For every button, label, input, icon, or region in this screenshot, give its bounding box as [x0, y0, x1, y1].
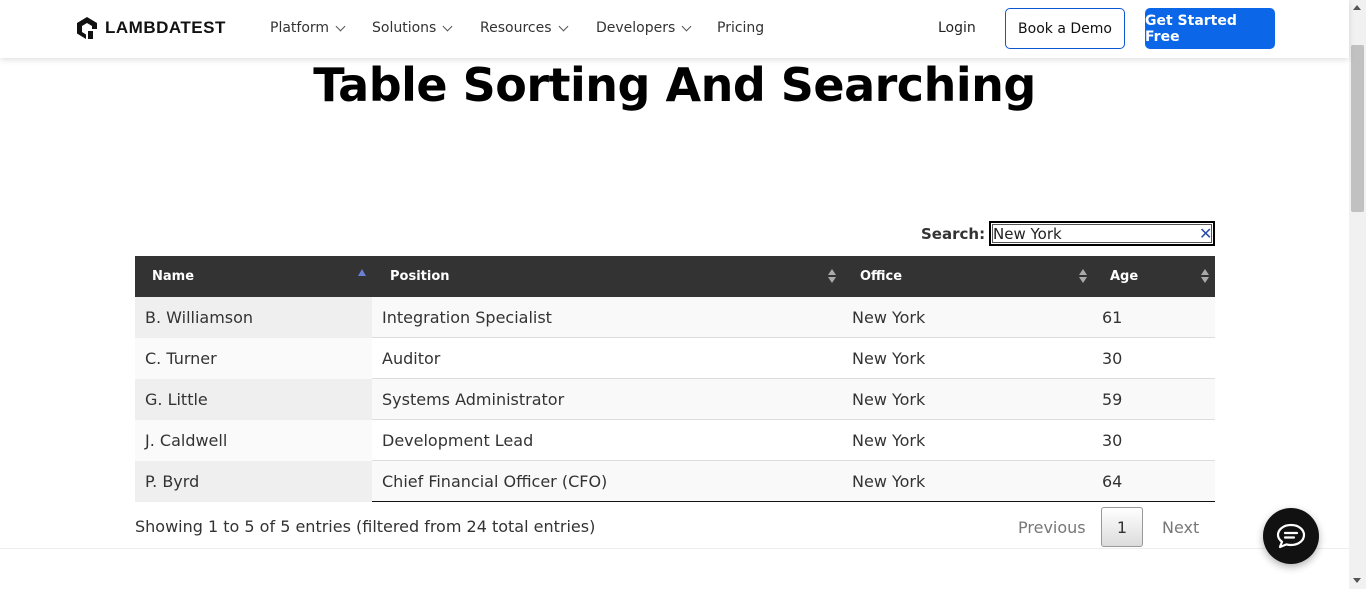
nav-platform[interactable]: Platform — [270, 20, 346, 36]
page-title: Table Sorting And Searching — [313, 58, 1036, 112]
bottom-section — [0, 548, 1349, 589]
cell-position: Auditor — [382, 349, 441, 368]
table-row: C. Turner Auditor New York 30 — [135, 338, 1215, 379]
cell-age: 30 — [1102, 349, 1123, 368]
nav-developers[interactable]: Developers — [596, 20, 692, 36]
cell-position: Integration Specialist — [382, 308, 552, 327]
sort-icon — [1079, 269, 1087, 285]
nav-solutions[interactable]: Solutions — [372, 20, 453, 36]
nav-developers-label: Developers — [596, 20, 676, 36]
table-header: Name Position Office Age — [135, 256, 1215, 297]
search-input[interactable] — [993, 224, 1193, 243]
login-link[interactable]: Login — [938, 20, 976, 36]
table-row: G. Little Systems Administrator New York… — [135, 379, 1215, 420]
nav-pricing-label: Pricing — [717, 20, 765, 36]
cell-age: 59 — [1102, 390, 1123, 409]
chat-button[interactable] — [1263, 508, 1319, 564]
sort-ascending-icon — [358, 269, 366, 276]
chevron-down-icon — [558, 21, 568, 32]
column-header-position[interactable]: Position — [390, 256, 450, 297]
cell-office: New York — [852, 390, 926, 409]
cell-office: New York — [852, 308, 926, 327]
nav-resources-label: Resources — [480, 20, 552, 36]
nav-pricing[interactable]: Pricing — [717, 20, 764, 36]
table-info: Showing 1 to 5 of 5 entries (filtered fr… — [135, 517, 596, 536]
brand-name: LAMBDATEST — [105, 18, 226, 37]
top-navbar: LAMBDATEST Platform Solutions Resources … — [0, 0, 1349, 58]
cell-age: 64 — [1102, 472, 1123, 491]
column-header-label: Age — [1110, 269, 1139, 284]
search-label: Search: — [921, 225, 986, 243]
chevron-down-icon — [681, 21, 692, 32]
nav-resources[interactable]: Resources — [480, 20, 568, 36]
cell-office: New York — [852, 431, 926, 450]
column-header-label: Office — [860, 269, 903, 284]
cell-name: G. Little — [135, 379, 372, 420]
cell-position: Systems Administrator — [382, 390, 565, 409]
pagination-previous[interactable]: Previous — [1018, 518, 1086, 537]
search-box: ✕ — [989, 221, 1215, 246]
book-demo-button[interactable]: Book a Demo — [1005, 8, 1125, 49]
lambdatest-logo-icon — [77, 17, 97, 39]
table-row: J. Caldwell Development Lead New York 30 — [135, 420, 1215, 461]
pagination-next[interactable]: Next — [1162, 518, 1199, 537]
nav-solutions-label: Solutions — [372, 20, 437, 36]
close-icon[interactable]: ✕ — [1199, 225, 1212, 243]
chevron-down-icon — [442, 21, 453, 32]
get-started-button[interactable]: Get Started Free — [1145, 8, 1275, 49]
column-header-label: Name — [152, 269, 195, 284]
pagination-page-button[interactable]: 1 — [1101, 507, 1143, 547]
cell-office: New York — [852, 349, 926, 368]
cell-name: P. Byrd — [135, 461, 372, 502]
sort-icon — [828, 269, 836, 285]
cell-position: Development Lead — [382, 431, 534, 450]
column-header-name[interactable]: Name — [152, 256, 194, 297]
cell-office: New York — [852, 472, 926, 491]
chat-bubble-icon — [1276, 523, 1306, 549]
cell-age: 30 — [1102, 431, 1123, 450]
vertical-scrollbar[interactable] — [1349, 0, 1366, 589]
scrollbar-thumb[interactable] — [1351, 45, 1364, 212]
brand-logo[interactable]: LAMBDATEST — [75, 16, 226, 40]
table-row: P. Byrd Chief Financial Officer (CFO) Ne… — [135, 461, 1215, 502]
column-header-label: Position — [390, 269, 450, 284]
cell-name: B. Williamson — [135, 297, 372, 338]
table-row: B. Williamson Integration Specialist New… — [135, 297, 1215, 338]
scroll-up-arrow-icon[interactable] — [1353, 5, 1361, 10]
cell-age: 61 — [1102, 308, 1123, 327]
cell-position: Chief Financial Officer (CFO) — [382, 472, 608, 491]
chevron-down-icon — [335, 21, 346, 32]
nav-platform-label: Platform — [270, 20, 330, 36]
column-header-age[interactable]: Age — [1110, 256, 1138, 297]
cell-name: J. Caldwell — [135, 420, 372, 461]
column-header-office[interactable]: Office — [860, 256, 902, 297]
sort-icon — [1201, 269, 1209, 285]
cell-name: C. Turner — [135, 338, 372, 379]
scroll-down-arrow-icon[interactable] — [1353, 578, 1361, 583]
page: LAMBDATEST Platform Solutions Resources … — [0, 0, 1366, 589]
